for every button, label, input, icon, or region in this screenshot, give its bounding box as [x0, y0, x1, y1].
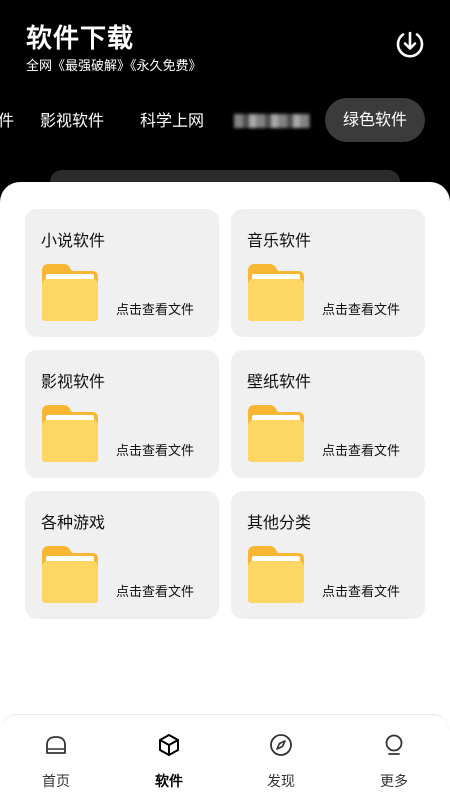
- card-hint: 点击查看文件: [116, 585, 195, 600]
- category-card-wallpaper[interactable]: 壁纸软件 点击查看文件: [231, 350, 425, 478]
- card-title: 壁纸软件: [247, 372, 312, 391]
- content-sheet: 小说软件 点击查看文件 音乐软件 点击查看文件 影视软件 点击查看文件 壁纸软件: [0, 182, 450, 742]
- tab-partial[interactable]: 件: [0, 98, 14, 144]
- folder-icon: [248, 546, 304, 603]
- nav-item-more[interactable]: 更多: [354, 715, 434, 800]
- download-button[interactable]: [394, 28, 426, 60]
- bottom-nav: 首页 软件 发现 更多: [0, 714, 450, 800]
- tab-vpn[interactable]: 科学上网: [140, 98, 204, 144]
- home-icon: [46, 736, 66, 754]
- card-title: 音乐软件: [247, 231, 312, 250]
- folder-icon: [248, 405, 304, 462]
- app-header: 软件下载 全网《最强破解》《永久免费》: [0, 0, 450, 95]
- folder-icon: [248, 264, 304, 321]
- page-title: 软件下载: [26, 24, 135, 54]
- bulb-icon: [385, 734, 403, 755]
- folder-icon: [42, 405, 98, 462]
- card-hint: 点击查看文件: [322, 303, 401, 318]
- folder-icon: [42, 264, 98, 321]
- download-icon: [396, 31, 424, 58]
- card-hint: 点击查看文件: [116, 303, 195, 318]
- card-hint: 点击查看文件: [116, 444, 195, 459]
- nav-item-home[interactable]: 首页: [16, 715, 96, 800]
- category-card-novel[interactable]: 小说软件 点击查看文件: [25, 209, 219, 337]
- folder-icon: [42, 546, 98, 603]
- card-title: 其他分类: [247, 513, 312, 532]
- page-subtitle: 全网《最强破解》《永久免费》: [26, 59, 202, 74]
- nav-item-discover[interactable]: 发现: [241, 715, 321, 800]
- card-title: 小说软件: [41, 231, 106, 250]
- nav-label: 发现: [267, 774, 295, 790]
- nav-item-software[interactable]: 软件: [129, 715, 209, 800]
- tab-green-software[interactable]: 绿色软件: [325, 98, 425, 142]
- category-card-video[interactable]: 影视软件 点击查看文件: [25, 350, 219, 478]
- nav-label: 首页: [42, 774, 70, 790]
- category-card-other[interactable]: 其他分类 点击查看文件: [231, 491, 425, 619]
- category-tabs: 件 影视软件 科学上网 绿色软件: [0, 98, 450, 144]
- tab-video-software[interactable]: 影视软件: [40, 98, 104, 144]
- tab-blurred[interactable]: [234, 114, 310, 128]
- nav-label: 更多: [380, 774, 408, 790]
- card-hint: 点击查看文件: [322, 444, 401, 459]
- box-icon: [159, 734, 179, 756]
- card-title: 各种游戏: [41, 513, 106, 532]
- compass-icon: [270, 734, 292, 756]
- nav-label: 软件: [155, 774, 183, 790]
- category-card-music[interactable]: 音乐软件 点击查看文件: [231, 209, 425, 337]
- card-title: 影视软件: [41, 372, 106, 391]
- category-card-games[interactable]: 各种游戏 点击查看文件: [25, 491, 219, 619]
- card-hint: 点击查看文件: [322, 585, 401, 600]
